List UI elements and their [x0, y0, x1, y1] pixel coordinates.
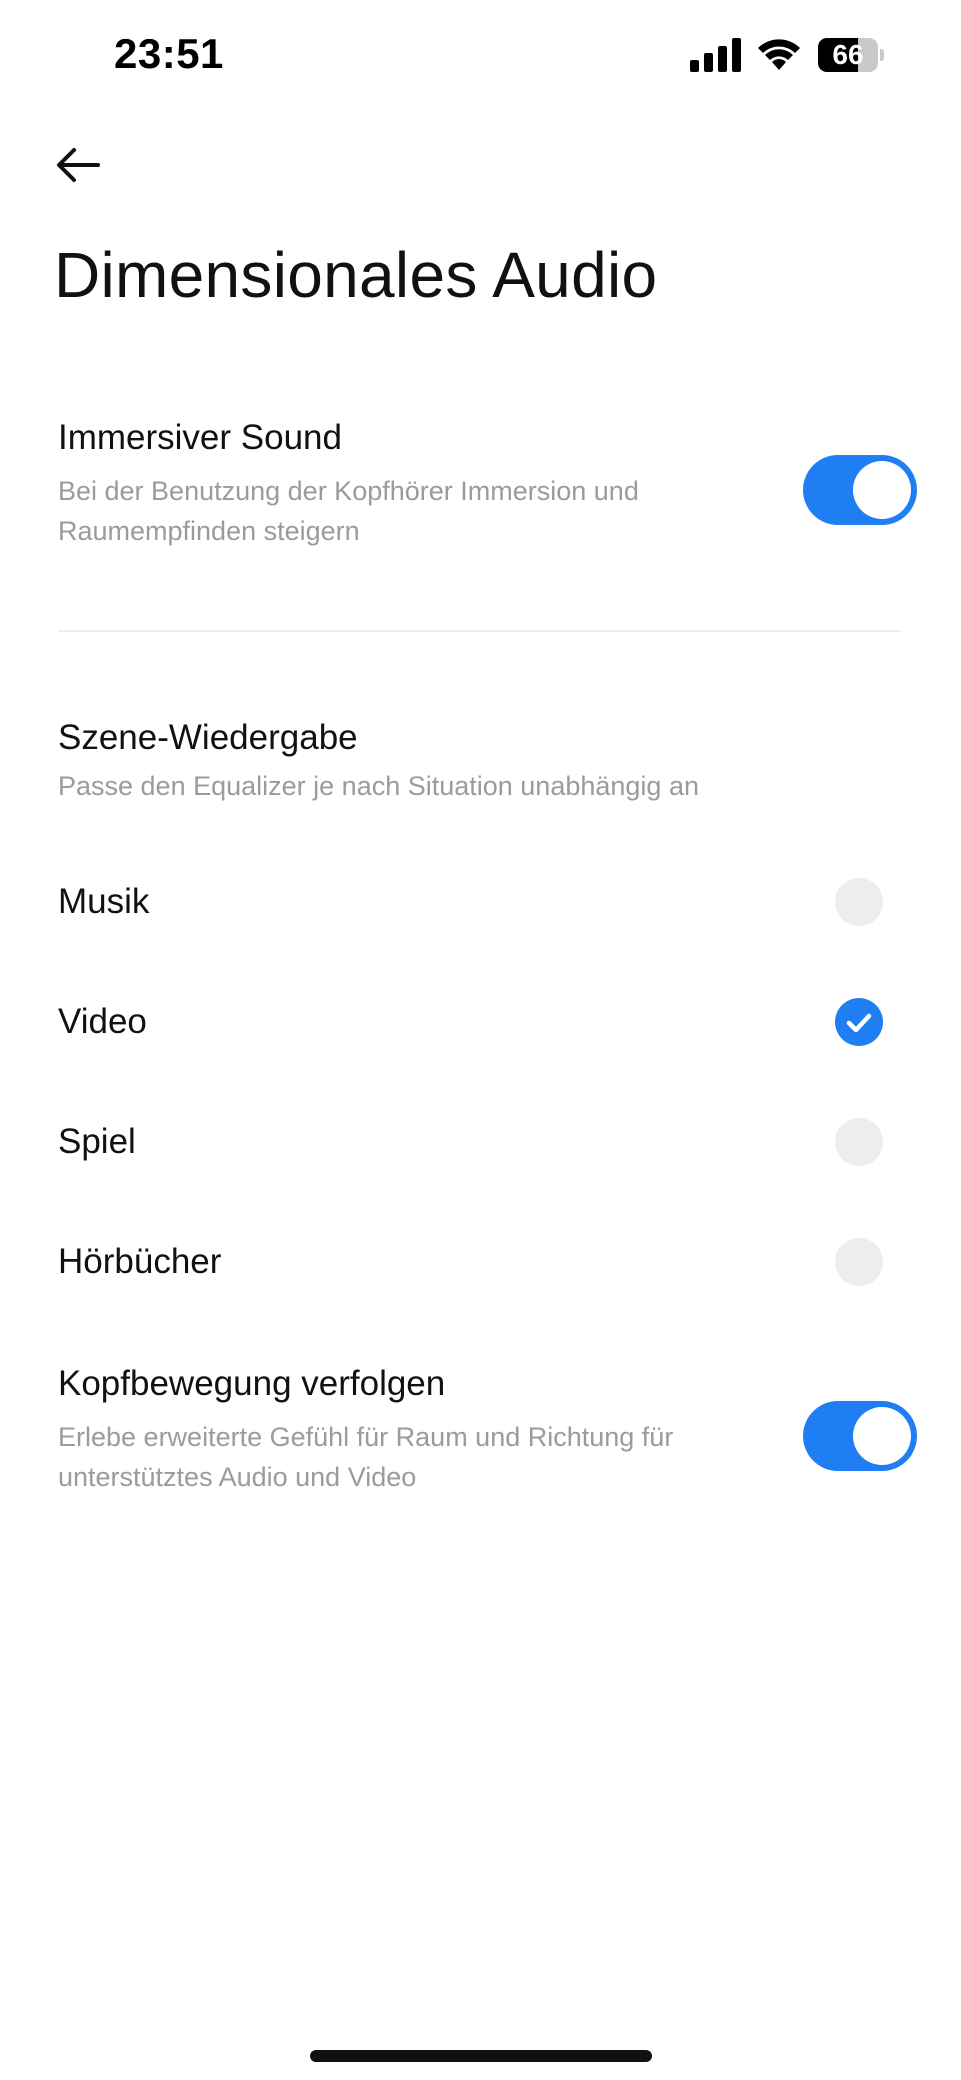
immersive-sound-description: Bei der Benutzung der Kopfhörer Immersio…: [58, 476, 639, 546]
wifi-icon: [758, 39, 800, 70]
head-tracking-toggle[interactable]: [803, 1401, 917, 1471]
scene-option-label: Hörbücher: [58, 1242, 222, 1281]
radio-button[interactable]: [835, 1238, 883, 1286]
radio-button[interactable]: [835, 1118, 883, 1166]
scene-option-spiel[interactable]: Spiel: [0, 1087, 961, 1197]
immersive-sound-toggle[interactable]: [803, 455, 917, 525]
head-tracking-description: Erlebe erweiterte Gefühl für Raum und Ri…: [58, 1422, 674, 1492]
scene-option-label: Video: [58, 1002, 147, 1041]
checkmark-icon: [846, 1013, 872, 1033]
back-button[interactable]: [50, 140, 110, 190]
battery-icon: 66: [818, 38, 884, 72]
page-title: Dimensionales Audio: [54, 239, 658, 311]
status-time: 23:51: [114, 30, 224, 77]
scene-option-video[interactable]: Video: [0, 967, 961, 1077]
scene-option-label: Musik: [58, 882, 150, 921]
battery-level: 66: [832, 39, 864, 70]
scene-playback-description: Passe den Equalizer je nach Situation un…: [58, 771, 699, 801]
scene-option-hoerbuecher[interactable]: Hörbücher: [0, 1207, 961, 1317]
arrow-left-icon: [57, 148, 100, 182]
toggle-knob: [853, 461, 911, 519]
scene-option-label: Spiel: [58, 1122, 136, 1161]
head-tracking-title: Kopfbewegung verfolgen: [58, 1364, 446, 1403]
scene-playback-title: Szene-Wiedergabe: [58, 718, 358, 757]
toggle-knob: [853, 1407, 911, 1465]
radio-button[interactable]: [835, 998, 883, 1046]
immersive-sound-title: Immersiver Sound: [58, 418, 342, 457]
status-bar: 23:51 66: [0, 0, 961, 110]
divider: [58, 630, 901, 632]
radio-button[interactable]: [835, 878, 883, 926]
home-indicator[interactable]: [310, 2050, 652, 2062]
cellular-signal-icon: [690, 38, 741, 72]
scene-option-musik[interactable]: Musik: [0, 847, 961, 957]
